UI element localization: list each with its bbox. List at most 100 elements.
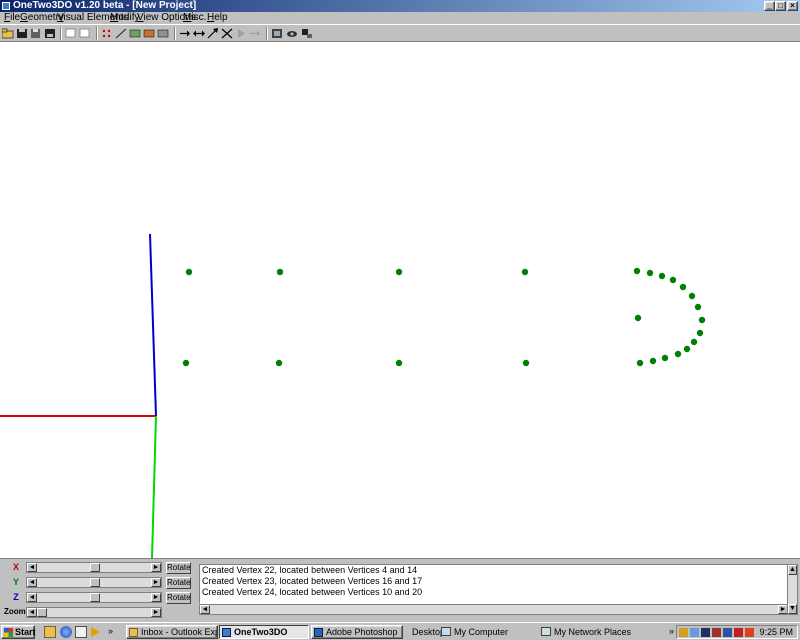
tray-volume-icon[interactable]: [679, 628, 688, 637]
save-as-icon[interactable]: [29, 27, 43, 40]
scale-icon[interactable]: [206, 27, 220, 40]
vertex-point[interactable]: [688, 292, 696, 300]
move-arrow-icon[interactable]: [178, 27, 192, 40]
vertex-point[interactable]: [658, 272, 666, 280]
restore-button[interactable]: □: [775, 1, 786, 11]
slider-thumb[interactable]: [90, 578, 100, 587]
log-vertical-scrollbar[interactable]: ▲ ▼: [787, 564, 798, 615]
move-both-icon[interactable]: [192, 27, 206, 40]
vertex-point[interactable]: [633, 267, 641, 275]
vertex-point[interactable]: [521, 268, 529, 276]
vertex-point[interactable]: [683, 345, 691, 353]
vertex-point[interactable]: [674, 350, 682, 358]
slider-thumb[interactable]: [37, 608, 47, 617]
tray-monitor-icon[interactable]: [701, 628, 710, 637]
vertex-point[interactable]: [661, 354, 669, 362]
vertex-point[interactable]: [634, 314, 642, 322]
scene-canvas[interactable]: [0, 42, 800, 558]
vertex-point[interactable]: [679, 283, 687, 291]
quick-launch-media-icon[interactable]: [89, 626, 101, 638]
slider-thumb[interactable]: [90, 593, 100, 602]
zoom-slider[interactable]: ◄ ►: [26, 607, 162, 618]
camera-icon[interactable]: [285, 27, 299, 40]
scroll-down-arrow[interactable]: ▼: [788, 604, 797, 614]
app-icon[interactable]: [2, 2, 10, 10]
vertex-point[interactable]: [669, 276, 677, 284]
vertex-point[interactable]: [395, 268, 403, 276]
scroll-left-arrow[interactable]: ◄: [27, 593, 37, 602]
settings-icon[interactable]: [300, 27, 314, 40]
menu-help[interactable]: Help: [207, 12, 228, 24]
undo-icon[interactable]: [64, 27, 78, 40]
tray-app-icon[interactable]: [734, 628, 743, 637]
scroll-left-arrow[interactable]: ◄: [27, 563, 37, 572]
play-icon[interactable]: [234, 27, 248, 40]
x-rotation-slider[interactable]: ◄ ►: [26, 562, 162, 573]
menu-modify[interactable]: Modify: [110, 12, 139, 24]
scroll-right-arrow[interactable]: ►: [151, 563, 161, 572]
start-button[interactable]: Start: [1, 625, 36, 639]
render-icon[interactable]: [270, 27, 284, 40]
vertex-point[interactable]: [185, 268, 193, 276]
texture-icon[interactable]: [142, 27, 156, 40]
my-computer-link[interactable]: My Computer: [454, 627, 508, 637]
3d-viewport[interactable]: [0, 42, 800, 558]
vertex-point[interactable]: [636, 359, 644, 367]
cross-icon[interactable]: [220, 27, 234, 40]
quick-launch-desktop-icon[interactable]: [75, 626, 87, 638]
export-icon[interactable]: [43, 27, 57, 40]
quick-launch-outlook-icon[interactable]: [44, 626, 56, 638]
my-network-places-link[interactable]: My Network Places: [554, 627, 631, 637]
tray-app-icon[interactable]: [712, 628, 721, 637]
save-icon[interactable]: [15, 27, 29, 40]
redo-icon[interactable]: [78, 27, 92, 40]
task-onetwo3do[interactable]: OneTwo3DO: [219, 625, 309, 639]
my-network-places-icon[interactable]: [541, 627, 551, 636]
tray-network-icon[interactable]: [690, 628, 699, 637]
menu-misc[interactable]: Misc.: [183, 12, 206, 24]
vertex-point[interactable]: [696, 329, 704, 337]
vertex-point[interactable]: [275, 359, 283, 367]
forward-icon[interactable]: [248, 27, 262, 40]
rotate-x-button[interactable]: Rotate: [166, 562, 191, 574]
slider-thumb[interactable]: [90, 563, 100, 572]
close-button[interactable]: ×: [787, 1, 798, 11]
tray-chevron[interactable]: »: [669, 626, 674, 636]
vertex-point[interactable]: [276, 268, 284, 276]
tray-app-icon[interactable]: [723, 628, 732, 637]
open-icon[interactable]: [1, 27, 15, 40]
scroll-left-arrow[interactable]: ◄: [200, 605, 210, 614]
vertex-point[interactable]: [698, 316, 706, 324]
face-icon[interactable]: [128, 27, 142, 40]
vertex-point[interactable]: [522, 359, 530, 367]
menu-file[interactable]: File: [4, 12, 20, 24]
scroll-right-arrow[interactable]: ►: [151, 578, 161, 587]
vertex-point[interactable]: [395, 359, 403, 367]
y-rotation-slider[interactable]: ◄ ►: [26, 577, 162, 588]
vertex-point[interactable]: [646, 269, 654, 277]
scroll-right-arrow[interactable]: ►: [151, 593, 161, 602]
vertex-point[interactable]: [694, 303, 702, 311]
rotate-z-button[interactable]: Rotate: [166, 592, 191, 604]
quick-launch-chevron[interactable]: »: [108, 626, 113, 636]
log-horizontal-scrollbar[interactable]: ◄ ►: [199, 604, 789, 615]
vertex-grid-icon[interactable]: [100, 27, 114, 40]
task-outlook-express[interactable]: Inbox - Outlook Express: [126, 625, 218, 639]
quick-launch-ie-icon[interactable]: [60, 626, 72, 638]
scroll-left-arrow[interactable]: ◄: [27, 608, 37, 617]
message-log[interactable]: Created Vertex 22, located between Verti…: [199, 564, 789, 604]
scroll-right-arrow[interactable]: ►: [151, 608, 161, 617]
tray-app-icon[interactable]: [745, 628, 754, 637]
z-rotation-slider[interactable]: ◄ ►: [26, 592, 162, 603]
rotate-y-button[interactable]: Rotate: [166, 577, 191, 589]
vertex-point[interactable]: [649, 357, 657, 365]
scroll-up-arrow[interactable]: ▲: [788, 565, 797, 575]
vertex-point[interactable]: [182, 359, 190, 367]
task-adobe-photoshop[interactable]: Adobe Photoshop: [311, 625, 403, 639]
scroll-left-arrow[interactable]: ◄: [27, 578, 37, 587]
minimize-button[interactable]: _: [764, 1, 775, 11]
my-computer-icon[interactable]: [441, 627, 451, 636]
line-icon[interactable]: [114, 27, 128, 40]
surface-icon[interactable]: [156, 27, 170, 40]
vertex-point[interactable]: [690, 338, 698, 346]
